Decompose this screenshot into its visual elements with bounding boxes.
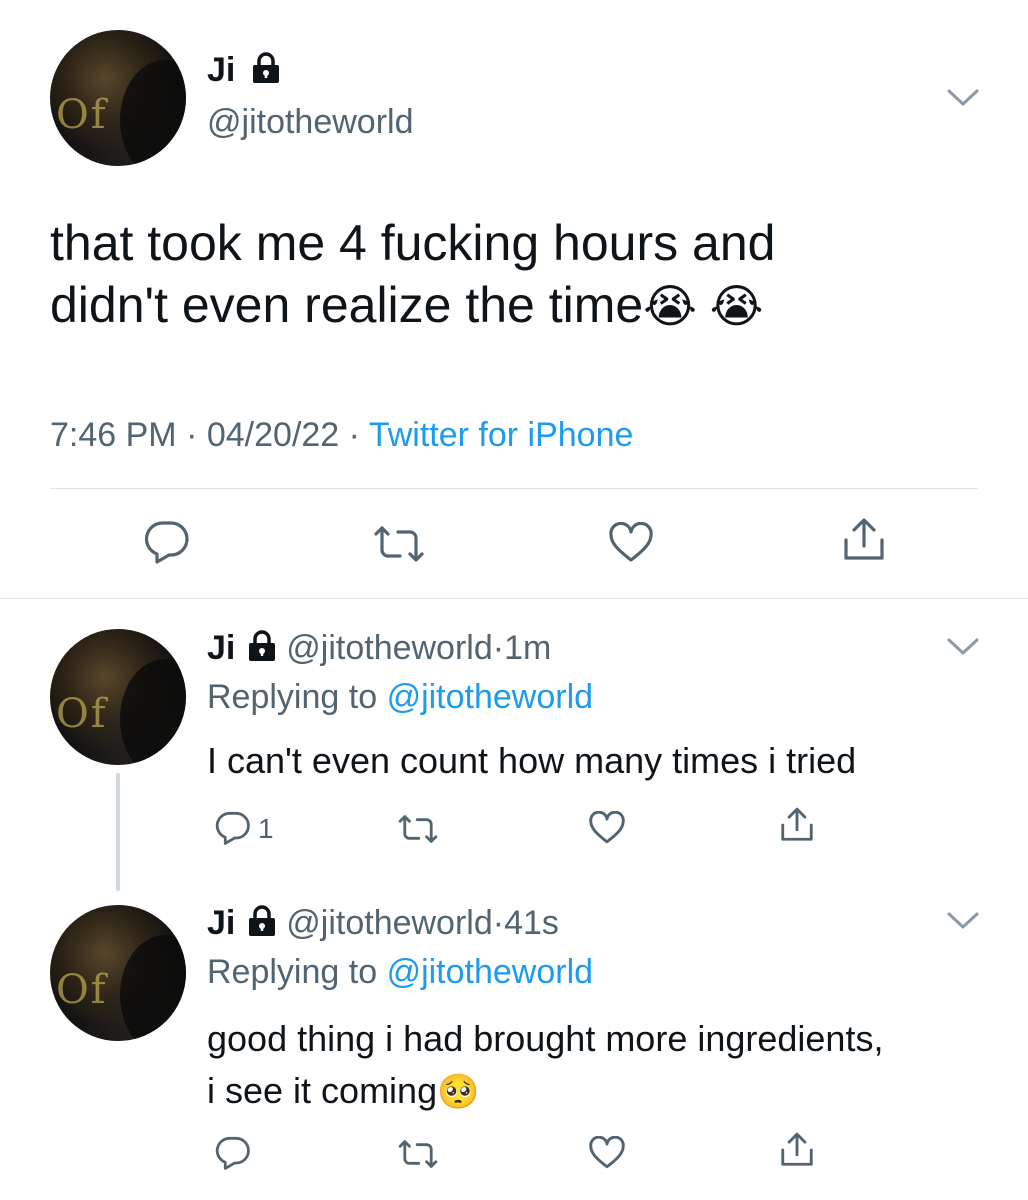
author-handle[interactable]: @jitotheworld [286,904,493,942]
avatar-text: Of [56,967,108,1013]
meta-separator: · [348,416,360,454]
avatar-text: Of [56,691,108,737]
retweet-icon[interactable] [372,524,426,564]
reply-text-line-2: i see it coming🥺 [207,1065,1007,1118]
author-name[interactable]: Ji [207,904,235,942]
author-name[interactable]: Ji [207,629,235,667]
retweet-icon[interactable] [397,813,439,845]
meta-separator: · [186,416,198,454]
like-icon[interactable] [588,811,626,845]
author-name-text: Ji [207,51,236,89]
reply-text: good thing i had brought more ingredient… [207,1013,1007,1118]
share-icon[interactable] [778,806,816,844]
thread-line [116,773,120,891]
tweet-text-line-2: didn't even realize the time😭 😭 [50,274,1000,337]
reply-text: I can't even count how many times i trie… [207,740,857,781]
reply-age[interactable]: 1m [504,629,551,667]
like-icon[interactable] [608,522,654,564]
tweet-time[interactable]: 7:46 PM [50,416,177,454]
avatar-text: Of [56,92,108,138]
crying-emoji: 😭 😭 [643,280,764,332]
author-handle[interactable]: @jitotheworld [286,629,493,667]
tweet-source[interactable]: Twitter for iPhone [369,416,634,454]
share-icon[interactable] [840,516,888,564]
author-name[interactable]: Ji [207,50,281,93]
meta-separator: · [492,629,505,667]
chevron-down-icon[interactable] [946,911,980,931]
tweet-meta: 7:46 PM · 04/20/22 · Twitter for iPhone [50,414,633,456]
reply-text-line-1: good thing i had brought more ingredient… [207,1018,884,1059]
avatar-shadow [120,935,186,1041]
reply-count: 1 [258,813,274,844]
lock-icon [247,904,277,946]
lock-icon [247,629,277,671]
replying-to-handle[interactable]: @jitotheworld [387,953,594,991]
replying-to-prefix: Replying to [207,678,378,716]
avatar-shadow [120,60,186,166]
avatar[interactable]: Of [50,30,186,166]
avatar[interactable]: Of [50,905,186,1041]
tweet-text-line-2-text: didn't even realize the time [50,277,644,333]
replying-to-handle[interactable]: @jitotheworld [387,678,594,716]
reply-header: Ji @jitotheworld·1m [207,628,551,671]
tweet-text-line-1: that took me 4 fucking hours and [50,215,776,271]
retweet-icon[interactable] [397,1138,439,1170]
divider [50,488,978,489]
meta-separator: · [492,904,505,942]
like-icon[interactable] [588,1136,626,1170]
tweet-text: that took me 4 fucking hours and didn't … [50,212,1000,337]
reply-age[interactable]: 41s [504,904,559,942]
pleading-emoji: 🥺 [437,1073,480,1111]
chevron-down-icon[interactable] [946,88,980,108]
tweet-date[interactable]: 04/20/22 [207,416,339,454]
reply-header: Ji @jitotheworld·41s [207,903,559,946]
reply-tweet-2[interactable]: Of Ji @jitotheworld·41s Replying to @jit… [0,875,1028,1195]
replying-to: Replying to @jitotheworld [207,677,593,717]
reply-icon[interactable] [215,1136,251,1170]
chevron-down-icon[interactable] [946,637,980,657]
replying-to: Replying to @jitotheworld [207,952,593,992]
replying-to-prefix: Replying to [207,953,378,991]
reply-tweet-1[interactable]: Of Ji @jitotheworld·1m Replying to @jito… [0,599,1028,891]
share-icon[interactable] [778,1131,816,1169]
reply-text-line-2-text: i see it coming [207,1070,438,1111]
author-handle[interactable]: @jitotheworld [207,102,414,142]
lock-icon [251,51,281,93]
avatar-shadow [120,659,186,765]
reply-icon[interactable] [215,811,251,845]
main-tweet: Of Ji @jitotheworld that took me 4 fucki… [0,0,1028,598]
avatar[interactable]: Of [50,629,186,765]
reply-icon[interactable] [144,520,190,564]
